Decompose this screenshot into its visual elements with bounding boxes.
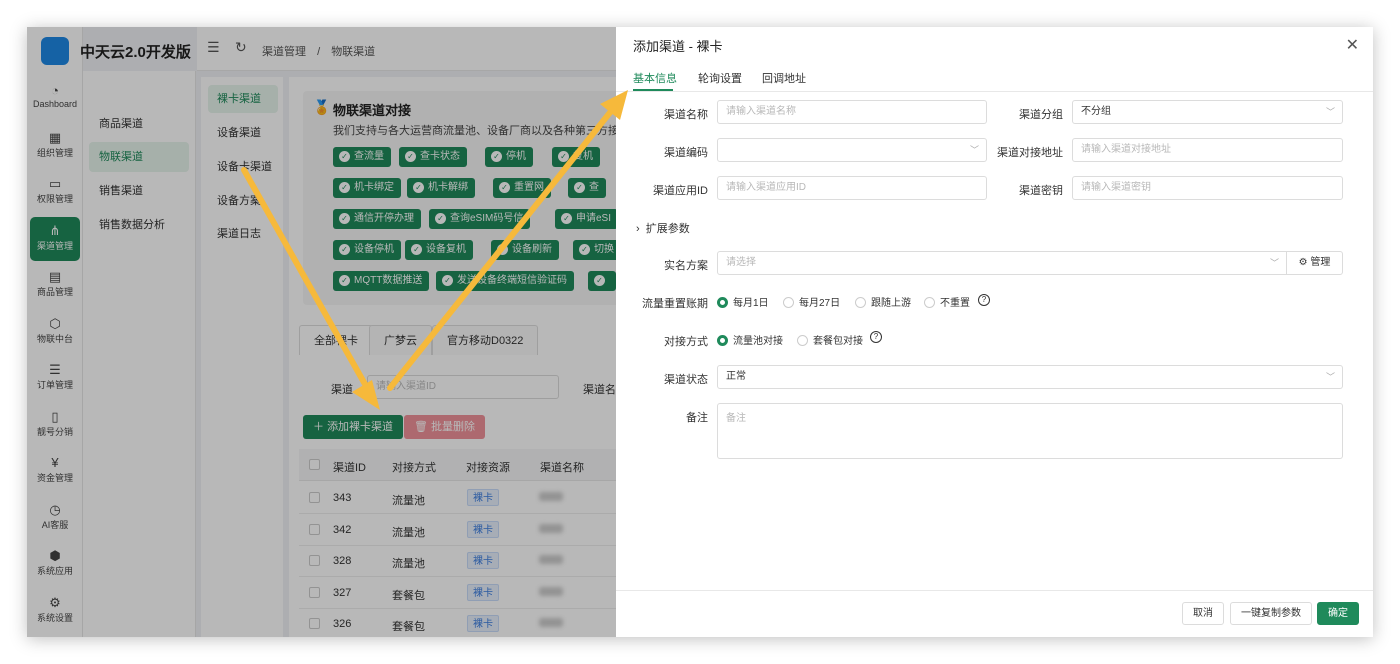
- radio-reset-day1[interactable]: 每月1日: [717, 294, 769, 309]
- confirm-button[interactable]: 确定: [1317, 602, 1359, 625]
- channel-appid-label: 渠道应用ID: [653, 185, 708, 197]
- drawer-tab-polling[interactable]: 轮询设置: [698, 70, 742, 86]
- copy-params-button[interactable]: 一键复制参数: [1230, 602, 1312, 625]
- radio-mode-package[interactable]: 套餐包对接: [797, 332, 863, 347]
- remark-textarea[interactable]: 备注: [717, 403, 1343, 459]
- channel-group-value: 不分组: [1081, 106, 1111, 117]
- drawer-tab-callback[interactable]: 回调地址: [762, 70, 806, 86]
- chevron-down-icon: ﹀: [1269, 258, 1279, 268]
- manage-button[interactable]: ⚙ 管理: [1286, 251, 1343, 275]
- chevron-down-icon: ﹀: [1325, 372, 1335, 382]
- help-icon[interactable]: ?: [870, 331, 882, 343]
- drawer-tab-basic[interactable]: 基本信息: [633, 70, 677, 86]
- radio-on-icon: [717, 335, 728, 346]
- cancel-button[interactable]: 取消: [1182, 602, 1224, 625]
- remark-label: 备注: [686, 412, 708, 424]
- chevron-down-icon: ﹀: [1325, 107, 1335, 117]
- channel-url-input[interactable]: 请输入渠道对接地址: [1072, 138, 1343, 162]
- radio-off-icon: [855, 297, 866, 308]
- realname-label: 实名方案: [664, 260, 708, 272]
- channel-group-label: 渠道分组: [1019, 109, 1063, 121]
- radio-label: 每月27日: [799, 298, 841, 309]
- radio-label: 跟随上游: [871, 298, 911, 309]
- chevron-right-icon: ›: [636, 223, 646, 235]
- radio-label: 每月1日: [733, 298, 769, 309]
- channel-secret-input[interactable]: 请输入渠道密钥: [1072, 176, 1343, 200]
- radio-reset-day27[interactable]: 每月27日: [783, 294, 840, 309]
- radio-off-icon: [924, 297, 935, 308]
- extended-params-label: 扩展参数: [645, 223, 690, 235]
- realname-select[interactable]: 请选择 ﹀: [717, 251, 1287, 275]
- channel-name-input[interactable]: 请输入渠道名称: [717, 100, 987, 124]
- radio-reset-follow[interactable]: 跟随上游: [855, 294, 911, 309]
- gear-icon: ⚙: [1298, 257, 1311, 268]
- channel-name-label: 渠道名称: [664, 109, 708, 121]
- footer-divider: [616, 590, 1373, 591]
- channel-group-select[interactable]: 不分组 ﹀: [1072, 100, 1343, 124]
- chevron-down-icon: ﹀: [969, 145, 979, 155]
- channel-secret-label: 渠道密钥: [1019, 185, 1063, 197]
- radio-label: 套餐包对接: [813, 336, 863, 347]
- radio-label: 流量池对接: [733, 336, 783, 347]
- tabs-divider: [616, 91, 1373, 92]
- add-channel-drawer: 添加渠道 - 裸卡 ✕ 基本信息 轮询设置 回调地址 渠道名称 请输入渠道名称 …: [616, 27, 1373, 637]
- active-tab-indicator: [633, 89, 673, 91]
- channel-status-select[interactable]: 正常 ﹀: [717, 365, 1343, 389]
- radio-off-icon: [797, 335, 808, 346]
- realname-placeholder: 请选择: [726, 257, 756, 268]
- radio-label: 不重置: [940, 298, 970, 309]
- radio-mode-pool[interactable]: 流量池对接: [717, 332, 783, 347]
- access-mode-label: 对接方式: [664, 336, 708, 348]
- help-icon[interactable]: ?: [978, 294, 990, 306]
- channel-url-label: 渠道对接地址: [997, 147, 1063, 159]
- manage-button-label: 管理: [1310, 257, 1331, 268]
- channel-code-label: 渠道编码: [664, 147, 708, 159]
- overlay-mask[interactable]: [27, 27, 616, 637]
- extended-params-toggle[interactable]: › 扩展参数: [636, 220, 690, 236]
- channel-status-label: 渠道状态: [664, 374, 708, 386]
- channel-status-value: 正常: [726, 371, 746, 382]
- radio-reset-none[interactable]: 不重置: [924, 294, 970, 309]
- drawer-title: 添加渠道 - 裸卡: [633, 39, 723, 54]
- radio-off-icon: [783, 297, 794, 308]
- channel-code-select[interactable]: ﹀: [717, 138, 987, 162]
- radio-on-icon: [717, 297, 728, 308]
- app-window: ◔ Dashboard ▦ 组织管理 ▭ 权限管理 ⋔ 渠道管理 ▤ 商品管理 ⬡ 物联中台 ☰ 订单管理…: [27, 27, 1373, 637]
- channel-appid-input[interactable]: 请输入渠道应用ID: [717, 176, 987, 200]
- reset-cycle-label: 流量重置账期: [642, 298, 708, 310]
- close-icon[interactable]: ✕: [1346, 35, 1359, 55]
